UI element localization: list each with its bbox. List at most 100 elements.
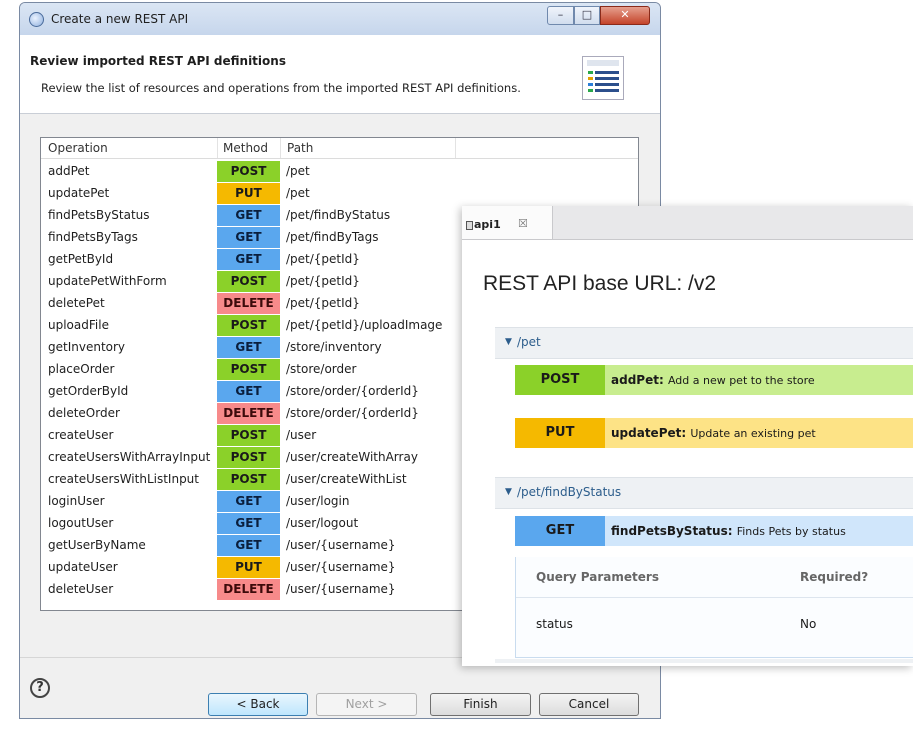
method-cell: PUT bbox=[217, 183, 280, 204]
table-row[interactable]: getPetById GET/pet/{petId} bbox=[41, 249, 456, 271]
operation-cell: deleteUser bbox=[48, 582, 114, 596]
path-cell: /pet/{petId} bbox=[286, 296, 360, 310]
path-cell: /pet/{petId} bbox=[286, 252, 360, 266]
list-document-icon bbox=[582, 56, 624, 100]
method-cell: PUT bbox=[217, 557, 280, 578]
table-row[interactable]: deletePet DELETE/pet/{petId} bbox=[41, 293, 456, 315]
base-url-title: REST API base URL: /v2 bbox=[483, 272, 717, 295]
column-header-path[interactable]: Path bbox=[287, 141, 313, 155]
operation-cell: createUser bbox=[48, 428, 114, 442]
operation-description: Finds Pets by status bbox=[736, 525, 846, 538]
table-row[interactable]: logoutUser GET/user/logout bbox=[41, 513, 456, 535]
method-cell: POST bbox=[217, 161, 280, 182]
table-row[interactable]: addPet POST/pet bbox=[41, 161, 456, 183]
table-row[interactable]: createUsersWithArrayInput POST/user/creat… bbox=[41, 447, 456, 469]
table-row[interactable]: updatePetWithForm POST/pet/{petId} bbox=[41, 271, 456, 293]
table-row[interactable]: deleteUser DELETE/user/{username} bbox=[41, 579, 456, 601]
operation-addpet[interactable]: POST addPet: Add a new pet to the store bbox=[515, 365, 913, 395]
path-cell: /store/order bbox=[286, 362, 357, 376]
operation-cell: getInventory bbox=[48, 340, 126, 354]
param-name: status bbox=[536, 617, 573, 631]
tab-api1[interactable]: api1 ☒ bbox=[462, 206, 553, 239]
column-header-operation[interactable]: Operation bbox=[48, 141, 108, 155]
operation-cell: deletePet bbox=[48, 296, 105, 310]
operation-findpetsbystatus[interactable]: GET findPetsByStatus: Finds Pets by stat… bbox=[515, 516, 913, 546]
maximize-button[interactable]: □ bbox=[574, 6, 600, 25]
operation-cell: updatePet bbox=[48, 186, 110, 200]
method-cell: DELETE bbox=[217, 579, 280, 600]
column-header-method[interactable]: Method bbox=[223, 141, 268, 155]
path-cell: /store/inventory bbox=[286, 340, 382, 354]
operation-cell: createUsersWithArrayInput bbox=[48, 450, 211, 464]
close-button[interactable]: ✕ bbox=[600, 6, 650, 25]
method-cell: POST bbox=[217, 271, 280, 292]
expand-triangle-icon: ▼ bbox=[505, 337, 512, 347]
table-row[interactable]: updateUser PUT/user/{username} bbox=[41, 557, 456, 579]
operation-cell: createUsersWithListInput bbox=[48, 472, 199, 486]
method-cell: GET bbox=[217, 227, 280, 248]
table-row[interactable]: deleteOrder DELETE/store/order/{orderId} bbox=[41, 403, 456, 425]
query-parameters-panel: Query Parameters Required? status No bbox=[515, 557, 913, 658]
next-button[interactable]: Next > bbox=[316, 693, 417, 716]
operation-name: findPetsByStatus: bbox=[611, 524, 733, 538]
operation-description: Add a new pet to the store bbox=[667, 374, 815, 387]
operation-cell: findPetsByTags bbox=[48, 230, 138, 244]
help-icon[interactable]: ? bbox=[30, 678, 50, 698]
operation-name: updatePet: bbox=[611, 426, 687, 440]
table-row[interactable]: findPetsByTags GET/pet/findByTags bbox=[41, 227, 456, 249]
method-cell: POST bbox=[217, 469, 280, 490]
operation-cell: getOrderById bbox=[48, 384, 129, 398]
method-badge: POST bbox=[515, 365, 605, 395]
table-row[interactable]: updatePet PUT/pet bbox=[41, 183, 456, 205]
path-cell: /user/createWithList bbox=[286, 472, 407, 486]
operation-cell: getPetById bbox=[48, 252, 114, 266]
path-cell: /user/{username} bbox=[286, 538, 396, 552]
table-row[interactable]: getOrderById GET/store/order/{orderId} bbox=[41, 381, 456, 403]
path-cell: /user/createWithArray bbox=[286, 450, 418, 464]
method-cell: POST bbox=[217, 315, 280, 336]
operation-description: Update an existing pet bbox=[690, 427, 816, 440]
path-cell: /user/logout bbox=[286, 516, 359, 530]
path-cell: /pet/findByStatus bbox=[286, 208, 391, 222]
wizard-button-bar: ? < Back Next > Finish Cancel bbox=[20, 657, 660, 718]
method-cell: GET bbox=[217, 535, 280, 556]
path-cell: /user/{username} bbox=[286, 582, 396, 596]
path-cell: /store/order/{orderId} bbox=[286, 406, 419, 420]
path-cell: /pet/findByTags bbox=[286, 230, 379, 244]
back-button[interactable]: < Back bbox=[208, 693, 308, 716]
section-pet[interactable]: ▼ /pet bbox=[495, 327, 913, 359]
globe-icon bbox=[29, 12, 44, 27]
tab-label: api1 bbox=[474, 218, 501, 231]
operation-updatepet[interactable]: PUT updatePet: Update an existing pet bbox=[515, 418, 913, 448]
cancel-button[interactable]: Cancel bbox=[539, 693, 639, 716]
table-row[interactable]: loginUser GET/user/login bbox=[41, 491, 456, 513]
table-row[interactable]: findPetsByStatus GET/pet/findByStatus bbox=[41, 205, 456, 227]
param-required: No bbox=[800, 617, 817, 631]
operation-cell: getUserByName bbox=[48, 538, 146, 552]
path-cell: /pet bbox=[286, 186, 310, 200]
method-badge: GET bbox=[515, 516, 605, 546]
finish-button[interactable]: Finish bbox=[430, 693, 531, 716]
minimize-button[interactable]: – bbox=[547, 6, 574, 25]
section-pet-findbystatus[interactable]: ▼ /pet/findByStatus bbox=[495, 477, 913, 509]
params-header-required: Required? bbox=[800, 570, 869, 584]
table-row[interactable]: createUsersWithListInput POST/user/create… bbox=[41, 469, 456, 491]
table-row[interactable]: getInventory GET/store/inventory bbox=[41, 337, 456, 359]
close-tab-icon[interactable]: ☒ bbox=[518, 217, 528, 230]
method-cell: DELETE bbox=[217, 293, 280, 314]
table-row[interactable]: placeOrder POST/store/order bbox=[41, 359, 456, 381]
table-row[interactable]: createUser POST/user bbox=[41, 425, 456, 447]
wizard-header: Review imported REST API definitions Rev… bbox=[20, 35, 660, 114]
window-titlebar: Create a new REST API – □ ✕ bbox=[20, 3, 660, 35]
operation-cell: deleteOrder bbox=[48, 406, 120, 420]
window-title: Create a new REST API bbox=[51, 12, 189, 26]
method-cell: DELETE bbox=[217, 403, 280, 424]
method-cell: GET bbox=[217, 491, 280, 512]
operation-cell: uploadFile bbox=[48, 318, 109, 332]
table-row[interactable]: getUserByName GET/user/{username} bbox=[41, 535, 456, 557]
path-cell: /store/order/{orderId} bbox=[286, 384, 419, 398]
path-cell: /user bbox=[286, 428, 317, 442]
table-row[interactable]: uploadFile POST/pet/{petId}/uploadImage bbox=[41, 315, 456, 337]
editor-tabbar: api1 ☒ bbox=[462, 206, 913, 240]
method-badge: PUT bbox=[515, 418, 605, 448]
